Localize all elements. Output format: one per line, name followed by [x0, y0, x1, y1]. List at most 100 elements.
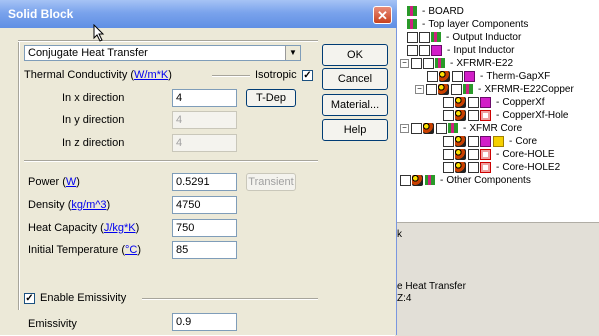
tree-node-core-hole2[interactable]: - Core-HOLE2: [443, 161, 560, 174]
separator: [142, 298, 318, 300]
temperature-unit-link[interactable]: °C: [125, 244, 137, 256]
assembly-icon: [431, 32, 441, 43]
material-icon: [412, 174, 423, 186]
visibility-checkbox[interactable]: [443, 135, 454, 147]
tree-node-xfmr-core[interactable]: − - XFMR Core: [400, 122, 522, 135]
heat-capacity-label: Heat Capacity (J/kg*K): [28, 222, 140, 234]
material-icon: [455, 135, 466, 147]
material-icon: [455, 161, 466, 173]
select-checkbox[interactable]: [468, 109, 479, 121]
group-frame-left: [18, 40, 20, 310]
select-checkbox[interactable]: [452, 70, 463, 82]
y-conductivity-field[interactable]: 4: [172, 111, 237, 129]
select-checkbox[interactable]: [419, 44, 430, 56]
tree-node-other-components[interactable]: - Other Components: [400, 174, 531, 187]
tree-node-core[interactable]: - Core: [443, 135, 537, 148]
tree-node-xfrmr-e22[interactable]: − - XFRMR-E22: [400, 57, 513, 70]
material-icon: [455, 96, 466, 108]
project-tree: - BOARD - Top layer Components - Output Ind…: [395, 0, 599, 222]
visibility-checkbox[interactable]: [443, 148, 454, 160]
thermal-conductivity-label: Thermal Conductivity (W/m*K): [24, 69, 172, 81]
tree-node-board[interactable]: - BOARD: [407, 5, 464, 18]
help-button[interactable]: Help: [322, 119, 388, 141]
visibility-checkbox[interactable]: [407, 31, 418, 43]
tree-node-therm-gapxf[interactable]: - Therm-GapXF: [427, 70, 550, 83]
collapse-icon[interactable]: −: [400, 58, 409, 68]
visibility-checkbox[interactable]: [407, 44, 418, 56]
collapse-icon[interactable]: −: [400, 123, 409, 133]
group-frame-top: [18, 40, 318, 42]
isotropic-checkbox[interactable]: ✓: [302, 70, 313, 81]
ok-button[interactable]: OK: [322, 44, 388, 66]
block-icon: [480, 96, 491, 108]
visibility-checkbox[interactable]: [443, 109, 454, 121]
close-button[interactable]: ✕: [373, 6, 392, 24]
tree-node-label: Therm-GapXF: [486, 71, 551, 82]
assembly-icon: [435, 58, 445, 69]
tree-node-label: Output Inductor: [452, 32, 522, 43]
solid-block-dialog: Solid Block ✕ Conjugate Heat Transfer ▼ …: [0, 0, 397, 335]
tree-node-label: Core: [515, 136, 538, 147]
tree-node-label: Core-HOLE2: [502, 162, 561, 173]
z-conductivity-field[interactable]: 4: [172, 134, 237, 152]
z-direction-label: In z direction: [62, 137, 125, 149]
cancel-button[interactable]: Cancel: [322, 68, 388, 90]
tree-node-xfrmr-e22copper[interactable]: − - XFRMR-E22Copper: [415, 83, 574, 96]
enable-emissivity-checkbox[interactable]: ✓: [24, 293, 35, 304]
chevron-down-icon[interactable]: ▼: [285, 46, 300, 60]
select-checkbox[interactable]: [436, 122, 447, 134]
visibility-checkbox[interactable]: [443, 96, 454, 108]
hole-icon: [480, 148, 491, 160]
tree-node-input-inductor[interactable]: - Input Inductor: [407, 44, 515, 57]
visibility-checkbox[interactable]: [427, 70, 438, 82]
heat-capacity-unit-link[interactable]: J/kg*K: [104, 222, 136, 234]
power-unit-link[interactable]: W: [66, 176, 76, 188]
tree-node-label: XFMR Core: [469, 123, 523, 134]
transient-button[interactable]: Transient: [246, 173, 296, 191]
select-checkbox[interactable]: [468, 161, 479, 173]
isotropic-label: Isotropic: [255, 69, 297, 81]
tree-node-label: CopperXf: [502, 97, 545, 108]
power-field[interactable]: 0.5291: [172, 173, 237, 191]
visibility-checkbox[interactable]: [411, 122, 422, 134]
select-checkbox[interactable]: [419, 31, 430, 43]
material-button[interactable]: Material...: [322, 94, 388, 116]
initial-temperature-field[interactable]: 85: [172, 241, 237, 259]
select-checkbox[interactable]: [451, 83, 462, 95]
type-select[interactable]: Conjugate Heat Transfer ▼: [24, 45, 301, 61]
dialog-titlebar[interactable]: Solid Block ✕: [0, 0, 397, 28]
assembly-icon: [463, 84, 473, 95]
assembly-icon: [425, 175, 435, 186]
select-checkbox[interactable]: [468, 135, 479, 147]
tree-node-copperxf-hole[interactable]: - CopperXf-Hole: [443, 109, 569, 122]
tree-node-copperxf[interactable]: - CopperXf: [443, 96, 545, 109]
tree-node-core-hole[interactable]: - Core-HOLE: [443, 148, 555, 161]
heat-capacity-field[interactable]: 750: [172, 219, 237, 237]
mouse-cursor-icon: [93, 24, 105, 42]
visibility-checkbox[interactable]: [443, 161, 454, 173]
block-icon: [431, 44, 442, 56]
x-conductivity-field[interactable]: 4: [172, 89, 237, 107]
visibility-checkbox[interactable]: [426, 83, 437, 95]
tree-node-top-layer[interactable]: - Top layer Components: [407, 18, 528, 31]
thermal-unit-link[interactable]: W/m*K: [134, 69, 168, 81]
type-select-value: Conjugate Heat Transfer: [28, 47, 148, 59]
material-icon: [423, 122, 434, 134]
enable-emissivity-label: Enable Emissivity: [40, 292, 127, 304]
select-checkbox[interactable]: [468, 148, 479, 160]
check-icon: ✓: [303, 70, 312, 81]
density-unit-link[interactable]: kg/m^3: [71, 199, 106, 211]
tree-node-label: XFRMR-E22Copper: [484, 84, 574, 95]
visibility-checkbox[interactable]: [411, 57, 422, 69]
select-checkbox[interactable]: [468, 96, 479, 108]
tree-node-output-inductor[interactable]: - Output Inductor: [407, 31, 521, 44]
block-icon: [480, 135, 491, 147]
emissivity-field[interactable]: 0.9: [172, 313, 237, 331]
select-checkbox[interactable]: [423, 57, 434, 69]
visibility-checkbox[interactable]: [400, 174, 411, 186]
tdep-button[interactable]: T-Dep: [246, 89, 296, 107]
collapse-icon[interactable]: −: [415, 84, 424, 94]
separator: [212, 75, 250, 77]
properties-text-3: Z:4: [397, 293, 412, 304]
density-field[interactable]: 4750: [172, 196, 237, 214]
